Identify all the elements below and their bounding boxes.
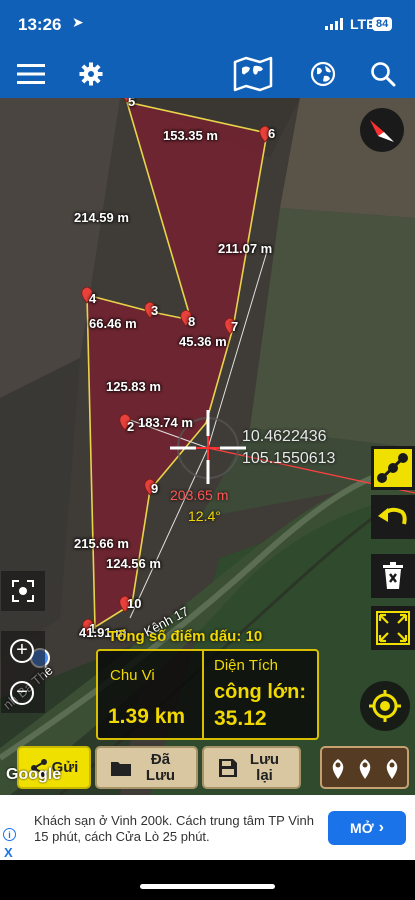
draw-mode-button[interactable] xyxy=(371,446,415,490)
zoom-out-button[interactable]: − xyxy=(10,681,34,705)
area-title: Diện Tích xyxy=(214,657,278,674)
fit-bounds-button[interactable] xyxy=(371,606,415,650)
measurement-panel: Chu Vi 1.39 km Diện Tích công lớn: 35.12 xyxy=(96,649,319,740)
ad-open-label: MỞ xyxy=(350,820,374,836)
floppy-disk-icon xyxy=(218,758,237,777)
map-view[interactable]: 5 6 4 3 8 7 2 9 10 1 153.35 m 214.59 m 2… xyxy=(0,98,415,795)
segment-label: 124.56 m xyxy=(106,556,161,571)
perimeter-title: Chu Vi xyxy=(110,667,155,684)
point-label: 3 xyxy=(151,303,159,318)
gear-icon[interactable] xyxy=(73,56,109,92)
trash-icon xyxy=(383,562,403,589)
saved-button[interactable]: Đã Lưu xyxy=(95,746,198,789)
crosshair-bearing: 12.4° xyxy=(188,508,221,524)
undo-icon xyxy=(378,507,407,525)
point-label: 4 xyxy=(89,291,97,306)
ad-open-button[interactable]: MỞ › xyxy=(328,811,406,845)
polyline-icon xyxy=(374,449,412,487)
status-bar: 13:26 ➤ LTE 84 xyxy=(0,0,415,50)
segment-label: 215.66 m xyxy=(74,536,129,551)
point-count: Tổng số điểm dấu: 10 xyxy=(108,628,262,645)
zoom-controls: + − xyxy=(1,631,45,713)
point-label: 7 xyxy=(231,319,239,334)
location-arrow-icon: ➤ xyxy=(72,14,84,30)
crosshair-latitude: 10.4622436 xyxy=(242,428,327,445)
battery-level: 84 xyxy=(372,17,393,31)
crosshair-longitude: 105.1550613 xyxy=(242,450,336,467)
globe-icon[interactable] xyxy=(305,56,341,92)
delete-button[interactable] xyxy=(371,554,415,598)
zoom-in-button[interactable]: + xyxy=(10,639,34,663)
folder-icon xyxy=(110,761,131,776)
point-count-value: 10 xyxy=(245,628,263,645)
ad-info-icon[interactable]: i xyxy=(3,828,16,841)
fit-bounds-icon xyxy=(376,611,410,645)
home-indicator-area xyxy=(0,860,415,900)
world-map-icon[interactable] xyxy=(231,56,275,92)
my-location-button[interactable] xyxy=(360,681,410,731)
segment-label: 214.59 m xyxy=(74,210,129,225)
crosshair-target-icon xyxy=(369,690,401,722)
ad-close-icon[interactable]: X xyxy=(4,845,13,860)
panel-divider xyxy=(202,651,204,738)
saved-label: Đã Lưu xyxy=(145,750,176,784)
focus-icon xyxy=(12,580,34,602)
point-label: 6 xyxy=(268,126,276,141)
segment-label: 66.46 m xyxy=(89,316,137,331)
point-label: 10 xyxy=(127,596,142,611)
point-count-label: Tổng số điểm dấu: xyxy=(108,628,242,645)
segment-label: 211.07 m xyxy=(218,241,273,256)
google-attribution: Google xyxy=(6,766,62,783)
home-indicator[interactable] xyxy=(140,884,275,889)
ad-banner[interactable]: i X Khách sạn ở Vinh 200k. Cách trung tâ… xyxy=(0,795,415,860)
point-label: 8 xyxy=(188,314,196,329)
app-header xyxy=(0,50,415,98)
point-label: 9 xyxy=(151,481,159,496)
point-label: 2 xyxy=(127,419,135,434)
signal-icon xyxy=(325,18,343,30)
undo-button[interactable] xyxy=(371,495,415,539)
search-icon[interactable] xyxy=(365,56,401,92)
point-label: 5 xyxy=(128,98,136,109)
save-button[interactable]: Lưu lại xyxy=(202,746,301,789)
area-unit: công lớn: xyxy=(214,681,306,703)
area-value: 35.12 xyxy=(214,707,267,730)
map-pins-icon xyxy=(332,758,397,779)
perimeter-value: 1.39 km xyxy=(108,705,186,728)
ad-text: Khách sạn ở Vinh 200k. Cách trung tâm TP… xyxy=(34,813,315,844)
markers-button[interactable] xyxy=(320,746,409,789)
status-time: 13:26 xyxy=(18,15,62,34)
segment-label: 45.36 m xyxy=(179,334,227,349)
menu-icon[interactable] xyxy=(13,56,49,92)
segment-label: 125.83 m xyxy=(106,379,161,394)
segment-label: 183.74 m xyxy=(138,415,193,430)
save-label: Lưu lại xyxy=(249,750,280,784)
segment-label: 153.35 m xyxy=(163,128,218,143)
focus-button[interactable] xyxy=(1,571,45,611)
chevron-right-icon: › xyxy=(378,819,384,836)
crosshair-distance: 203.65 m xyxy=(170,487,229,503)
